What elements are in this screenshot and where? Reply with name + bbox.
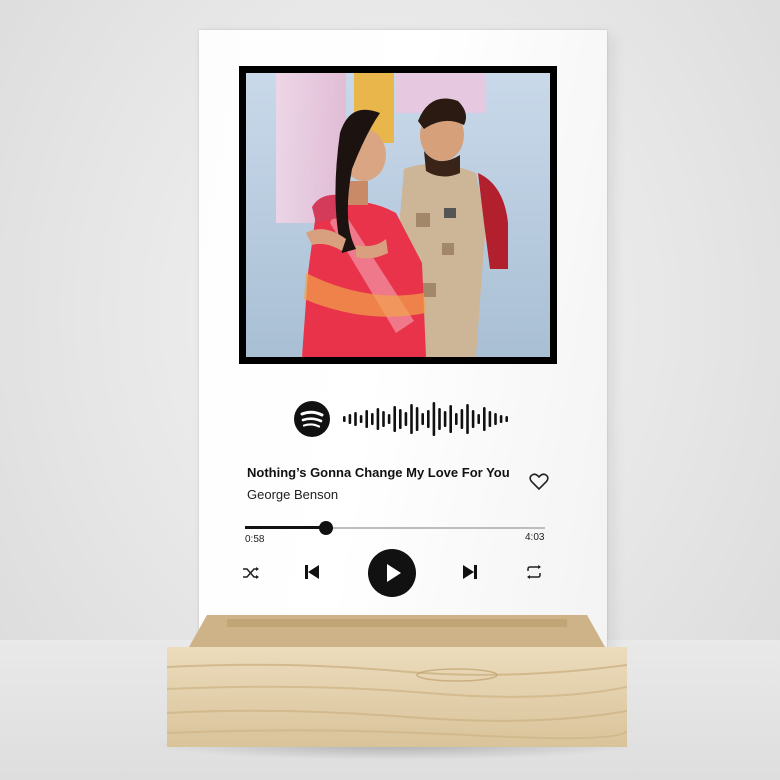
code-bar xyxy=(376,408,380,430)
code-bar xyxy=(343,416,346,422)
code-bar xyxy=(365,410,368,428)
heart-icon[interactable] xyxy=(529,473,549,491)
photo-frame xyxy=(239,66,557,364)
acrylic-plaque: Nothing’s Gonna Change My Love For You G… xyxy=(199,30,607,650)
time-total: 4:03 xyxy=(525,532,545,543)
progress-fill xyxy=(245,526,326,529)
code-bar xyxy=(387,414,391,424)
skip-previous-icon[interactable] xyxy=(303,563,321,581)
couple-photo xyxy=(246,73,550,357)
code-bar xyxy=(354,412,357,426)
code-bar xyxy=(443,411,447,427)
code-bar xyxy=(432,402,436,436)
code-bar xyxy=(471,410,475,428)
code-bar xyxy=(460,409,464,429)
code-bar xyxy=(359,415,363,423)
code-bar xyxy=(427,410,430,428)
code-bar xyxy=(393,406,396,432)
code-bar xyxy=(438,408,441,430)
code-bar xyxy=(477,414,480,424)
progress-knob[interactable] xyxy=(319,521,333,535)
time-elapsed: 0:58 xyxy=(245,534,265,545)
code-bar xyxy=(499,415,503,423)
progress-bar[interactable] xyxy=(245,521,545,535)
wooden-stand xyxy=(167,615,627,747)
code-bar xyxy=(399,409,402,429)
shuffle-icon[interactable] xyxy=(242,565,260,581)
code-bar xyxy=(483,407,486,431)
skip-next-icon[interactable] xyxy=(461,563,479,581)
song-title: Nothing’s Gonna Change My Love For You xyxy=(247,465,510,480)
code-bar xyxy=(455,413,458,425)
spotify-logo-icon xyxy=(294,401,330,437)
repeat-icon[interactable] xyxy=(525,563,543,581)
code-bar xyxy=(466,404,469,434)
code-bar xyxy=(488,411,492,427)
code-bar xyxy=(505,416,508,422)
code-bar xyxy=(410,404,413,434)
code-bar xyxy=(494,413,497,425)
code-bar xyxy=(415,407,419,431)
play-icon[interactable] xyxy=(367,548,417,598)
artist-name: George Benson xyxy=(247,487,339,502)
code-bar xyxy=(348,414,352,424)
spotify-code-icon xyxy=(343,402,508,436)
code-bar xyxy=(382,411,385,427)
code-bar xyxy=(371,413,374,425)
code-bar xyxy=(404,412,408,426)
code-bar xyxy=(449,405,452,433)
code-bar xyxy=(421,413,424,425)
